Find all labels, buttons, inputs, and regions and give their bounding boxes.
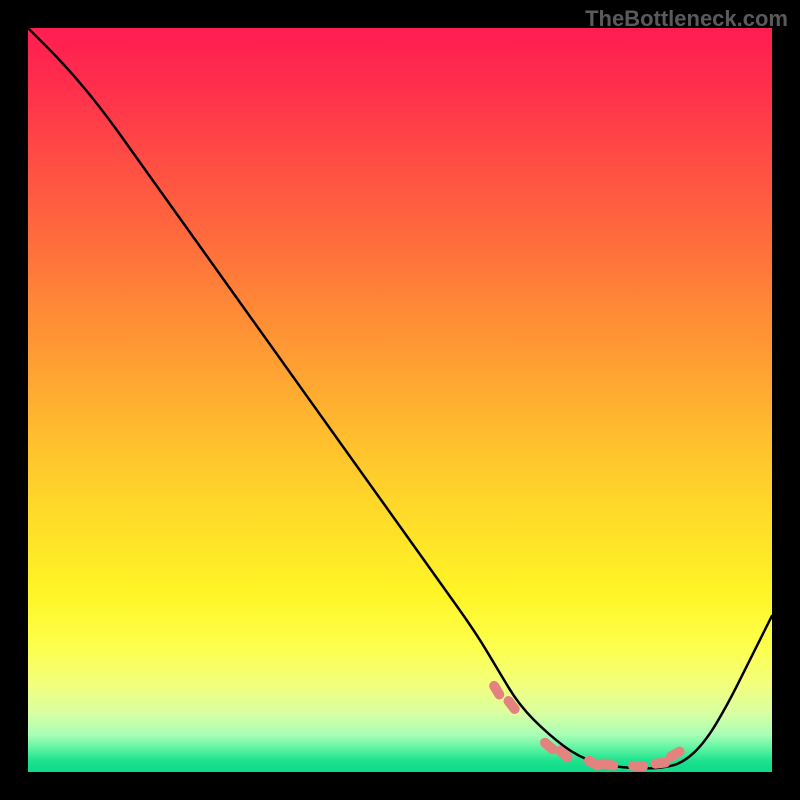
marker-dot (487, 679, 506, 701)
marker-dot (628, 761, 648, 772)
main-curve (28, 28, 772, 768)
watermark-text: TheBottleneck.com (585, 6, 788, 32)
plot-area (28, 28, 772, 772)
chart-svg (28, 28, 772, 772)
marker-group (487, 679, 686, 772)
marker-dot (502, 694, 522, 716)
